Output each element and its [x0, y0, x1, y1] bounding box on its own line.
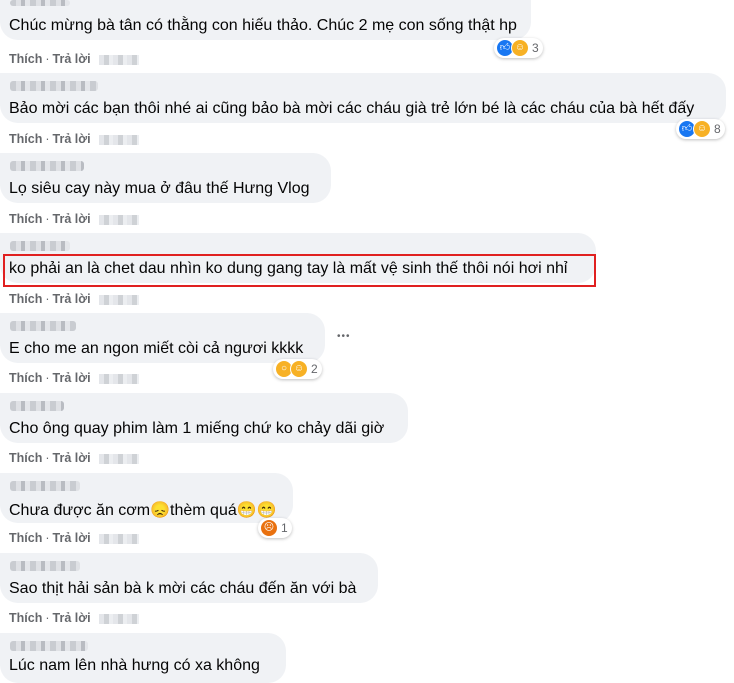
comment-actions: Thích · Trả lời [9, 451, 139, 465]
comment-actions: Thích · Trả lời [9, 611, 139, 625]
angry-icon: ☹︎ [260, 519, 278, 537]
like-link[interactable]: Thích [9, 52, 42, 66]
like-link[interactable]: Thích [9, 212, 42, 226]
reactions-summary[interactable]: ○ ☺︎ 2 [273, 359, 322, 379]
haha-icon: ☺︎ [693, 120, 711, 138]
comment-text: Chưa được ăn cơm😞thèm quá😁😁 [9, 502, 277, 519]
author-name-blurred[interactable] [10, 561, 80, 571]
separator: · [45, 52, 50, 66]
author-name-blurred[interactable] [10, 321, 76, 331]
author-name-blurred[interactable] [10, 481, 80, 491]
haha-icon: ☺︎ [511, 39, 529, 57]
like-link[interactable]: Thích [9, 132, 42, 146]
reaction-count: 1 [281, 521, 288, 535]
comment-bubble: Bảo mời các bạn thôi nhé ai cũng bảo bà … [0, 73, 726, 123]
more-options-icon[interactable]: ••• [337, 331, 351, 342]
reply-link[interactable]: Trả lời [53, 611, 91, 625]
comment-text: E cho me an ngon miết còi cả ngươi kkkk [9, 340, 304, 357]
timestamp-blurred[interactable] [98, 613, 139, 624]
reply-link[interactable]: Trả lời [53, 451, 91, 465]
comment-actions: Thích · Trả lời [9, 52, 139, 66]
author-name-blurred[interactable] [10, 401, 64, 411]
like-link[interactable]: Thích [9, 371, 42, 385]
comment-bubble: Cho ông quay phim làm 1 miếng chứ ko chả… [0, 393, 408, 443]
separator: · [45, 292, 50, 306]
separator: · [45, 611, 50, 625]
author-name-blurred[interactable] [10, 241, 70, 251]
reply-link[interactable]: Trả lời [53, 212, 91, 226]
like-link[interactable]: Thích [9, 611, 42, 625]
reaction-count: 3 [532, 41, 539, 55]
timestamp-blurred[interactable] [98, 214, 139, 225]
author-name-blurred[interactable] [10, 0, 70, 6]
comment-bubble: Lọ siêu cay này mua ở đâu thế Hưng Vlog [0, 153, 331, 203]
comment-bubble: Lúc nam lên nhà hưng có xa không [0, 633, 286, 683]
timestamp-blurred[interactable] [98, 54, 139, 65]
comment-actions: Thích · Trả lời [9, 212, 139, 226]
reply-link[interactable]: Trả lời [53, 132, 91, 146]
author-name-blurred[interactable] [10, 81, 98, 91]
comment-bubble: Sao thịt hải sản bà k mời các cháu đến ă… [0, 553, 378, 603]
comment-text: Bảo mời các bạn thôi nhé ai cũng bảo bà … [9, 100, 695, 117]
like-link[interactable]: Thích [9, 451, 42, 465]
comment-text: Lọ siêu cay này mua ở đâu thế Hưng Vlog [9, 180, 310, 197]
comment-bubble: E cho me an ngon miết còi cả ngươi kkkk [0, 313, 325, 363]
comment-actions: Thích · Trả lời [9, 132, 139, 146]
comment-actions: Thích · Trả lời [9, 371, 139, 385]
comment-text: Chúc mừng bà tân có thằng con hiếu thảo.… [9, 17, 517, 34]
comment-actions: Thích · Trả lời [9, 531, 139, 545]
timestamp-blurred[interactable] [98, 453, 139, 464]
separator: · [45, 132, 50, 146]
reply-link[interactable]: Trả lời [53, 292, 91, 306]
haha-icon: ☺︎ [290, 360, 308, 378]
comment-actions: Thích · Trả lời [9, 292, 139, 306]
comment-text: Cho ông quay phim làm 1 miếng chứ ko chả… [9, 420, 385, 437]
reaction-count: 8 [714, 122, 721, 136]
like-link[interactable]: Thích [9, 292, 42, 306]
reply-link[interactable]: Trả lời [53, 52, 91, 66]
author-name-blurred[interactable] [10, 641, 88, 651]
reactions-summary[interactable]: ☹︎ 1 [258, 518, 292, 538]
timestamp-blurred[interactable] [98, 134, 139, 145]
separator: · [45, 212, 50, 226]
comment-text: Sao thịt hải sản bà k mời các cháu đến ă… [9, 580, 357, 597]
separator: · [45, 451, 50, 465]
comment-bubble: Chúc mừng bà tân có thằng con hiếu thảo.… [0, 0, 531, 40]
reply-link[interactable]: Trả lời [53, 371, 91, 385]
timestamp-blurred[interactable] [98, 373, 139, 384]
timestamp-blurred[interactable] [98, 294, 139, 305]
reactions-summary[interactable]: 👍︎ ☺︎ 3 [494, 38, 543, 58]
comment-text: Lúc nam lên nhà hưng có xa không [9, 657, 260, 674]
author-name-blurred[interactable] [10, 161, 84, 171]
reaction-count: 2 [311, 362, 318, 376]
reply-link[interactable]: Trả lời [53, 531, 91, 545]
separator: · [45, 371, 50, 385]
like-link[interactable]: Thích [9, 531, 42, 545]
separator: · [45, 531, 50, 545]
comment-bubble: Chưa được ăn cơm😞thèm quá😁😁 [0, 473, 293, 523]
highlight-box [3, 254, 596, 287]
timestamp-blurred[interactable] [98, 533, 139, 544]
reactions-summary[interactable]: 👍︎ ☺︎ 8 [676, 119, 725, 139]
